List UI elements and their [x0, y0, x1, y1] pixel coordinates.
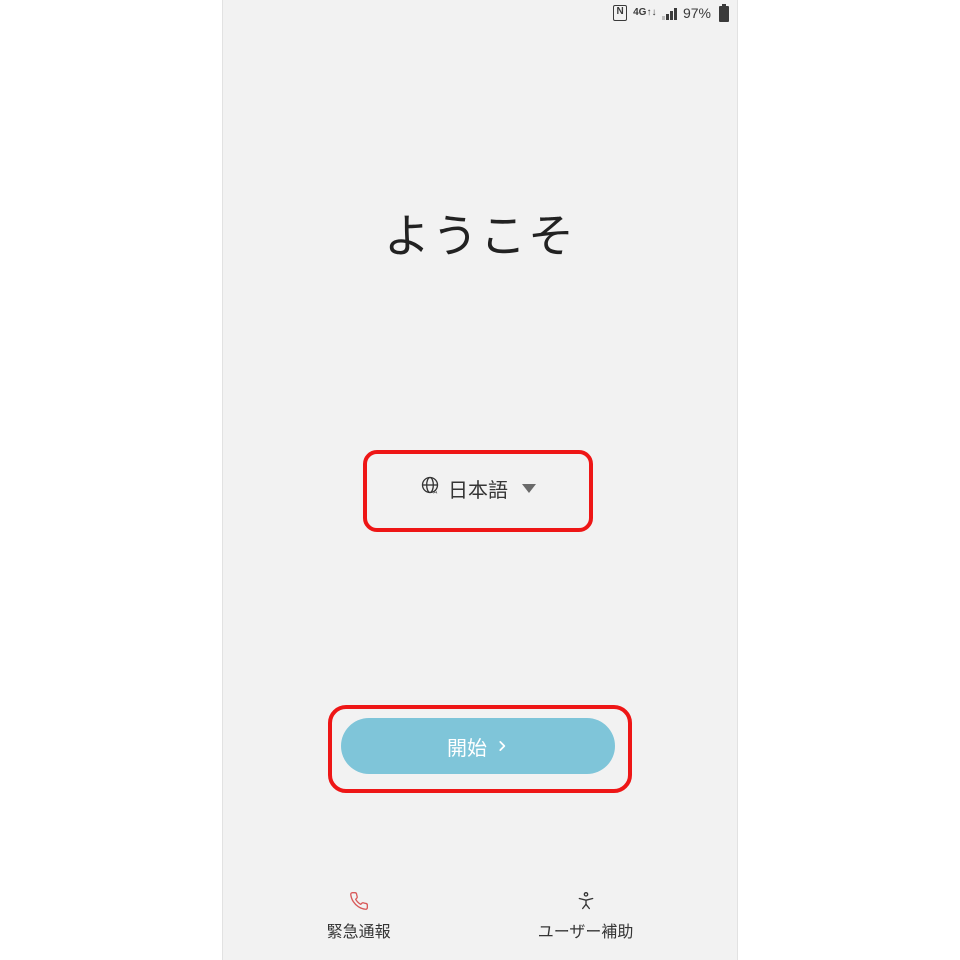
- accessibility-icon: [576, 890, 596, 912]
- phone-icon: [349, 890, 369, 912]
- nfc-icon: N: [613, 5, 627, 21]
- emergency-call-button[interactable]: 緊急通報: [327, 890, 391, 942]
- battery-icon: [719, 4, 729, 22]
- svg-text:A: A: [433, 489, 437, 495]
- welcome-heading: ようこそ: [223, 200, 737, 266]
- start-label: 開始: [447, 732, 487, 761]
- globe-icon: A: [420, 475, 440, 501]
- network-4g-icon: 4G ↑↓: [633, 9, 656, 17]
- battery-percent: 97%: [683, 5, 711, 21]
- emergency-label: 緊急通報: [327, 918, 391, 942]
- signal-strength-icon: [662, 7, 677, 20]
- accessibility-button[interactable]: ユーザー補助: [538, 890, 634, 942]
- language-selector[interactable]: A 日本語: [373, 460, 583, 516]
- chevron-down-icon: [522, 484, 536, 493]
- canvas: N 4G ↑↓ 97% ようこそ: [0, 0, 960, 960]
- net-bottom: ↑↓: [646, 9, 656, 17]
- start-button[interactable]: 開始: [341, 718, 615, 774]
- net-top: 4G: [633, 9, 646, 17]
- bottom-actions: 緊急通報 ユーザー補助: [223, 890, 737, 942]
- chevron-right-icon: [495, 739, 509, 753]
- nfc-badge: N: [613, 5, 627, 21]
- phone-frame: N 4G ↑↓ 97% ようこそ: [223, 0, 737, 960]
- language-label: 日本語: [448, 474, 508, 503]
- accessibility-label: ユーザー補助: [538, 918, 634, 942]
- status-bar: N 4G ↑↓ 97%: [223, 0, 737, 26]
